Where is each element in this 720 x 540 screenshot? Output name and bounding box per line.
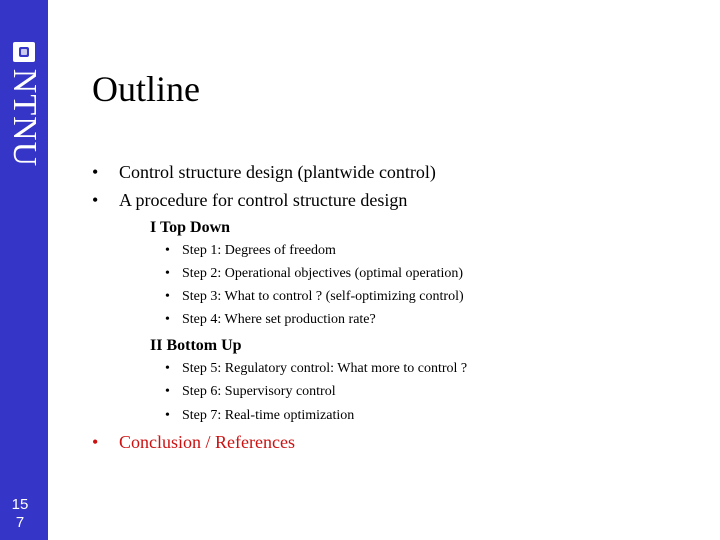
bullet-text: A procedure for control structure design <box>119 190 408 210</box>
bullet-text: Control structure design (plantwide cont… <box>119 162 436 182</box>
bullet-item: • Control structure design (plantwide con… <box>92 162 436 183</box>
step-item: • Step 3: What to control ? (self-optimiz… <box>165 289 464 305</box>
slide-title: Outline <box>92 69 200 109</box>
step-item: • Step 7: Real-time optimization <box>165 408 354 424</box>
bullet-icon: • <box>165 361 170 376</box>
sidebar: NTNU 15 7 <box>0 0 48 540</box>
bullet-icon: • <box>165 266 170 281</box>
step-item: • Step 6: Supervisory control <box>165 384 336 400</box>
bullet-icon: • <box>165 289 170 304</box>
bullet-icon: • <box>165 408 170 423</box>
bullet-icon: • <box>165 384 170 399</box>
section-heading-top-down: I Top Down <box>150 219 231 236</box>
page-number-line2: 7 <box>15 514 25 531</box>
section-heading-bottom-up: II Bottom Up <box>150 337 242 354</box>
step-text: Step 2: Operational objectives (optimal … <box>182 266 464 281</box>
step-text: Step 7: Real-time optimization <box>182 408 355 423</box>
page-number: 15 7 <box>0 496 40 532</box>
bullet-icon: • <box>165 243 170 258</box>
step-item: • Step 2: Operational objectives (optimal… <box>165 266 463 282</box>
step-item: • Step 5: Regulatory control: What more t… <box>165 361 467 377</box>
step-text: Step 5: Regulatory control: What more to… <box>182 361 468 376</box>
bullet-icon: • <box>165 312 170 327</box>
bullet-icon: • <box>92 432 99 452</box>
bullet-item: • A procedure for control structure desig… <box>92 190 407 211</box>
step-item: • Step 1: Degrees of freedom <box>165 243 336 259</box>
bullet-icon: • <box>92 190 99 210</box>
step-text: Step 3: What to control ? (self-optimizi… <box>182 289 464 304</box>
step-text: Step 6: Supervisory control <box>182 384 336 399</box>
conclusion-text: Conclusion / References <box>119 432 295 452</box>
bullet-icon: • <box>92 162 99 182</box>
step-text: Step 1: Degrees of freedom <box>182 243 336 258</box>
page-number-line1: 15 <box>11 496 29 513</box>
step-text: Step 4: Where set production rate? <box>182 312 376 327</box>
ntnu-logo-icon <box>13 42 35 62</box>
ntnu-logo-text: NTNU <box>6 68 43 168</box>
step-item: • Step 4: Where set production rate? <box>165 312 376 328</box>
conclusion-item: • Conclusion / References <box>92 432 295 453</box>
